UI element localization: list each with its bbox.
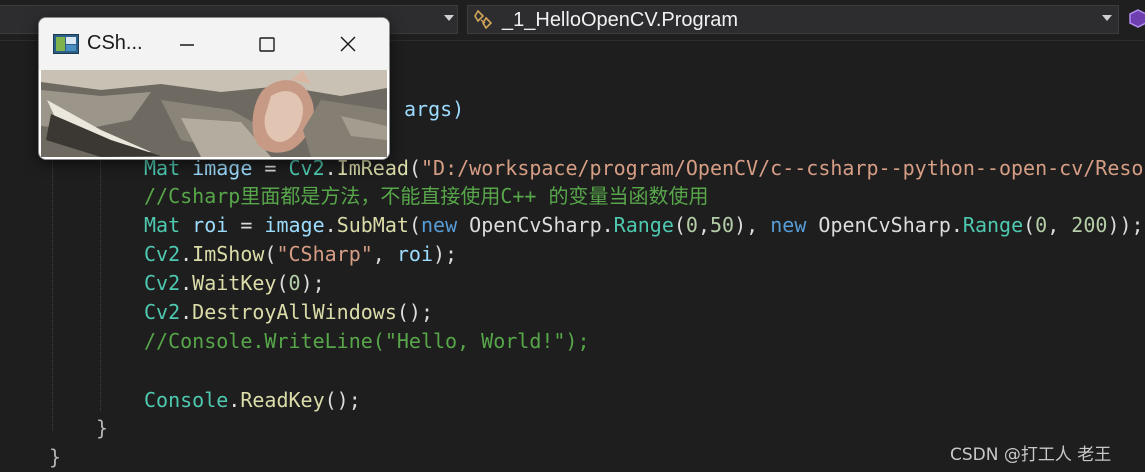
code-line-submat: Mat roi = image.SubMat(new OpenCvSharp.R… — [144, 213, 1144, 237]
code-comment-1: //Csharp里面都是方法，不能直接使用C++ 的变量当函数使用 — [144, 184, 709, 208]
minimize-icon — [180, 44, 194, 46]
code-line-waitkey: Cv2.WaitKey(0); — [144, 271, 325, 295]
class-icon — [474, 9, 493, 30]
watermark: CSDN @打工人 老王 — [950, 445, 1112, 465]
code-line-imshow: Cv2.ImShow("CSharp", roi); — [144, 242, 458, 266]
class-dropdown-value: _1_HelloOpenCV.Program — [502, 9, 739, 31]
opencv-window-title: CSh... — [87, 32, 143, 54]
maximize-icon — [259, 37, 275, 52]
chevron-down-icon[interactable] — [444, 15, 454, 21]
close-button[interactable] — [328, 26, 368, 62]
code-line-readkey: Console.ReadKey(); — [144, 388, 361, 412]
chevron-down-icon[interactable] — [1102, 15, 1112, 21]
code-comment-2: //Console.WriteLine("Hello, World!"); — [144, 329, 590, 353]
roi-image — [41, 70, 387, 157]
close-icon — [340, 36, 356, 52]
roi-image-picture — [41, 70, 387, 157]
minimize-button[interactable] — [167, 26, 207, 62]
member-icon — [1129, 9, 1145, 28]
code-close-brace-class: } — [49, 445, 62, 469]
code-close-brace-method: } — [96, 416, 109, 440]
maximize-button[interactable] — [247, 26, 287, 62]
code-line-method-signature: args) — [404, 97, 465, 121]
opencv-window[interactable]: CSh... — [38, 17, 390, 160]
class-dropdown[interactable]: _1_HelloOpenCV.Program — [467, 5, 1119, 34]
code-line-destroy: Cv2.DestroyAllWindows(); — [144, 300, 433, 324]
opencv-window-titlebar[interactable]: CSh... — [39, 18, 389, 70]
app-icon — [53, 34, 79, 54]
